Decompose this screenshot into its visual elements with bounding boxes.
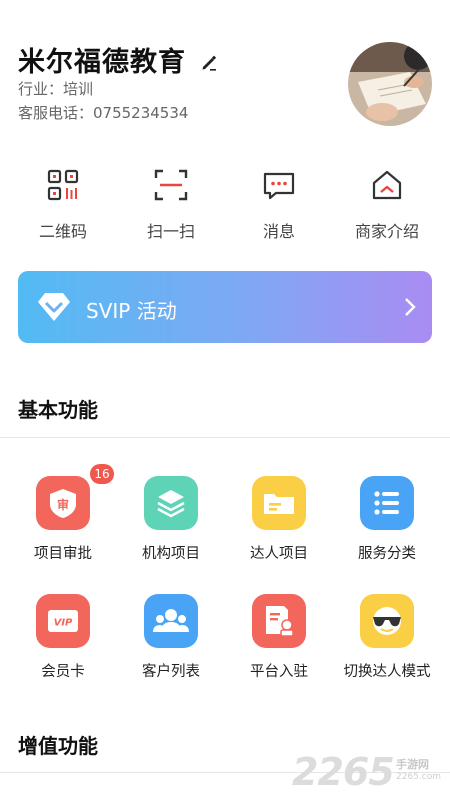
function-label: 切换达人模式 — [343, 664, 431, 680]
avatar-image — [348, 42, 432, 126]
service-phone[interactable]: 客服电话：0755234534 — [18, 102, 188, 123]
function-platform-register[interactable]: 平台入驻 — [224, 594, 334, 694]
vip-card-icon: VIP — [36, 594, 90, 648]
customers-icon — [144, 594, 198, 648]
avatar[interactable] — [348, 42, 432, 126]
quick-action-label: 二维码 — [38, 222, 87, 241]
function-project-approval[interactable]: 审 16 项目审批 — [8, 464, 118, 576]
function-customer-list[interactable]: 客户列表 — [116, 594, 226, 694]
function-label: 平台入驻 — [250, 664, 308, 680]
qrcode-icon — [47, 169, 79, 201]
svip-banner[interactable]: SVIP 活动 — [18, 271, 432, 343]
list-icon — [360, 476, 414, 530]
function-talent-projects[interactable]: 达人项目 — [224, 476, 334, 576]
quick-actions: 二维码 扫一扫 消息 商家介绍 — [0, 160, 450, 250]
quick-action-qrcode[interactable]: 二维码 — [8, 160, 118, 250]
quick-action-label: 扫一扫 — [146, 222, 195, 241]
svg-text:审: 审 — [57, 497, 69, 512]
function-label: 项目审批 — [34, 546, 92, 562]
function-switch-talent-mode[interactable]: 切换达人模式 — [332, 594, 442, 694]
industry-text: 行业：培训 — [18, 80, 94, 98]
store-icon — [372, 170, 402, 200]
function-label: 服务分类 — [358, 546, 416, 562]
function-label: 会员卡 — [41, 664, 85, 680]
profile-header: 米尔福德教育 行业：培训 客服电话：0755234534 — [0, 0, 450, 140]
register-icon — [252, 594, 306, 648]
function-service-categories[interactable]: 服务分类 — [332, 476, 442, 576]
org-name: 米尔福德教育 — [18, 47, 186, 78]
message-icon — [263, 172, 295, 200]
svip-label: SVIP 活动 — [86, 299, 177, 323]
scan-icon — [154, 169, 188, 201]
watermark-url: 2265.com — [396, 772, 441, 782]
sunglasses-face-icon — [360, 594, 414, 648]
svg-text:VIP: VIP — [54, 618, 73, 629]
function-member-card[interactable]: VIP 会员卡 — [8, 594, 118, 694]
function-label: 机构项目 — [142, 546, 200, 562]
section-title-basic: 基本功能 — [18, 398, 98, 422]
function-label: 达人项目 — [250, 546, 308, 562]
chevron-right-icon — [405, 298, 416, 316]
watermark-text: 手游网 — [396, 758, 429, 771]
watermark-number: 2265 — [292, 750, 395, 794]
notification-badge: 16 — [90, 464, 114, 484]
quick-action-message[interactable]: 消息 — [224, 160, 334, 250]
divider — [0, 437, 450, 438]
function-label: 客户列表 — [142, 664, 200, 680]
layers-icon — [144, 476, 198, 530]
edit-icon[interactable] — [200, 54, 218, 72]
watermark-logo: 2265 手游网 2265.com — [292, 750, 442, 794]
quick-action-scan[interactable]: 扫一扫 — [116, 160, 226, 250]
quick-action-label: 商家介绍 — [354, 222, 419, 241]
section-title-value-added: 增值功能 — [18, 734, 98, 758]
quick-action-label: 消息 — [262, 222, 295, 241]
quick-action-store[interactable]: 商家介绍 — [332, 160, 442, 250]
folder-icon — [252, 476, 306, 530]
function-org-projects[interactable]: 机构项目 — [116, 476, 226, 576]
approval-icon: 审 — [36, 476, 90, 530]
diamond-icon — [38, 293, 70, 321]
